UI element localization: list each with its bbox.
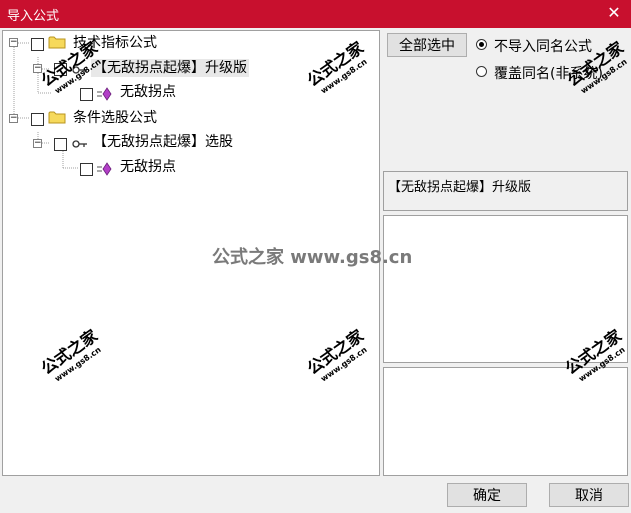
tree-connector-lines [13, 42, 79, 169]
detail-panel [383, 367, 628, 476]
tree-node-label[interactable]: 【无敌拐点起爆】选股 [93, 133, 233, 151]
ok-button[interactable]: 确定 [447, 483, 527, 507]
tree-node-label[interactable]: 无敌拐点 [120, 83, 176, 101]
key-icon [72, 140, 87, 148]
tree-checkbox[interactable] [80, 88, 93, 101]
tree-checkbox[interactable] [31, 38, 44, 51]
radio-label[interactable]: 覆盖同名(非系统) [494, 63, 603, 83]
tree-node-label[interactable]: 条件选股公式 [73, 109, 157, 127]
tree-node-label[interactable]: 【无敌拐点起爆】升级版 [91, 59, 249, 77]
selected-formula-info: 【无敌拐点起爆】升级版 [383, 171, 628, 211]
select-all-button[interactable]: 全部选中 [387, 33, 467, 57]
folder-icon [48, 111, 66, 124]
tree-node-label[interactable]: 无敌拐点 [120, 158, 176, 176]
tree-checkbox[interactable] [80, 163, 93, 176]
tree-expander[interactable]: − [9, 38, 18, 47]
folder-icon [48, 36, 66, 49]
key-icon [72, 66, 87, 74]
tree-expander[interactable]: − [33, 139, 42, 148]
tree-expander[interactable]: − [9, 114, 18, 123]
description-panel [383, 215, 628, 363]
selected-formula-name: 【无敌拐点起爆】升级版 [388, 180, 532, 195]
radio-button[interactable] [476, 66, 487, 77]
window-title: 导入公式 [7, 9, 60, 24]
formula-tree[interactable]: − 技术指标公式 − 【无敌拐点起爆】升级版 无敌拐点 − 条件选股公式 − 【… [2, 30, 380, 476]
formula-icon [97, 162, 112, 176]
tree-expander[interactable]: − [33, 64, 42, 73]
close-icon[interactable]: ✕ [605, 4, 623, 22]
title-bar: 导入公式 ✕ [0, 0, 631, 28]
cancel-button[interactable]: 取消 [549, 483, 629, 507]
radio-label[interactable]: 不导入同名公式 [494, 36, 592, 56]
formula-icon [97, 87, 112, 101]
tree-checkbox[interactable] [54, 63, 67, 76]
tree-checkbox[interactable] [54, 138, 67, 151]
tree-checkbox[interactable] [31, 113, 44, 126]
tree-node-label[interactable]: 技术指标公式 [73, 34, 157, 52]
radio-button[interactable] [476, 39, 487, 50]
